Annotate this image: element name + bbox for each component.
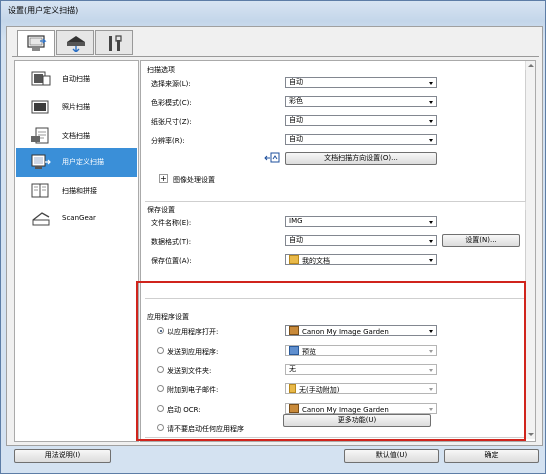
nav-item-scangear[interactable]: ScanGear	[16, 206, 137, 232]
nav-label: 文档扫描	[62, 132, 90, 140]
tab-scan-settings[interactable]	[17, 30, 55, 57]
settings-window: 设置(用户定义扫描) 自动扫描 照片扫描 文档扫描 用户定义扫描 扫描和拼接 S…	[0, 0, 546, 474]
nav-item-custom-scan[interactable]: 用户定义扫描	[16, 148, 137, 177]
scroll-up-icon[interactable]	[528, 64, 534, 67]
chevron-down-icon	[429, 101, 433, 104]
resolution-select[interactable]: 自动	[285, 134, 437, 145]
scrollbar[interactable]	[525, 61, 535, 439]
chevron-down-icon	[429, 240, 433, 243]
window-title: 设置(用户定义扫描)	[8, 6, 79, 15]
tab-divider	[12, 56, 539, 57]
tab-tools[interactable]	[95, 30, 133, 55]
color-mode-select[interactable]: 彩色	[285, 96, 437, 107]
source-select[interactable]: 自动	[285, 77, 437, 88]
nav-label: 扫描和拼接	[62, 187, 97, 195]
chevron-down-icon	[429, 120, 433, 123]
paper-size-select[interactable]: 自动	[285, 115, 437, 126]
nav-item-auto-scan[interactable]: 自动扫描	[16, 66, 137, 92]
data-format-select[interactable]: 自动	[285, 235, 437, 246]
ok-button[interactable]: 确定	[444, 449, 539, 463]
image-processing-label[interactable]: 图像处理设置	[173, 175, 215, 185]
document-scan-icon	[31, 127, 49, 144]
scan-settings-icon	[27, 35, 47, 51]
title-bar: 设置(用户定义扫描)	[1, 1, 545, 21]
nav-label: 照片扫描	[62, 103, 90, 111]
save-location-select[interactable]: 我的文档	[285, 254, 437, 265]
file-name-label: 文件名称(E):	[151, 219, 192, 227]
scroll-down-icon[interactable]	[528, 433, 534, 436]
nav-label: 用户定义扫描	[62, 158, 104, 166]
orientation-settings-button[interactable]: 文档扫描方向设置(O)...	[285, 152, 437, 165]
scangear-icon	[32, 212, 50, 226]
color-mode-label: 色彩模式(C):	[151, 99, 192, 107]
nav-label: ScanGear	[62, 214, 96, 222]
custom-scan-icon	[31, 154, 51, 169]
data-format-label: 数据格式(T):	[151, 238, 192, 246]
chevron-down-icon	[429, 259, 433, 262]
nav-item-document-scan[interactable]: 文档扫描	[16, 123, 137, 149]
orientation-icon	[264, 152, 280, 163]
tools-icon	[109, 35, 122, 51]
nav-label: 自动扫描	[62, 75, 90, 83]
help-button[interactable]: 用法说明(I)	[14, 449, 111, 463]
nav-item-photo-scan[interactable]: 照片扫描	[16, 94, 137, 120]
chevron-down-icon	[429, 82, 433, 85]
format-settings-button[interactable]: 设置(N)...	[442, 234, 520, 247]
paper-size-label: 纸张尺寸(Z):	[151, 118, 192, 126]
chevron-down-icon	[429, 139, 433, 142]
photo-scan-icon	[31, 100, 49, 114]
highlight-frame	[136, 281, 526, 441]
scan-mode-list: 自动扫描 照片扫描 文档扫描 用户定义扫描 扫描和拼接 ScanGear	[14, 60, 139, 442]
expand-icon[interactable]: +	[159, 174, 168, 183]
nav-item-scan-stitch[interactable]: 扫描和拼接	[16, 178, 137, 204]
defaults-button[interactable]: 默认值(U)	[344, 449, 439, 463]
file-name-input[interactable]: IMG	[285, 216, 437, 227]
scanner-icon	[67, 36, 85, 52]
tab-scanner[interactable]	[56, 30, 94, 55]
resolution-label: 分辨率(R):	[151, 137, 185, 145]
folder-icon	[289, 255, 299, 264]
chevron-down-icon	[429, 221, 433, 224]
save-location-label: 保存位置(A):	[151, 257, 192, 265]
source-label: 选择来源(L):	[151, 80, 191, 88]
scan-stitch-icon	[31, 183, 49, 198]
auto-scan-icon	[31, 71, 51, 86]
